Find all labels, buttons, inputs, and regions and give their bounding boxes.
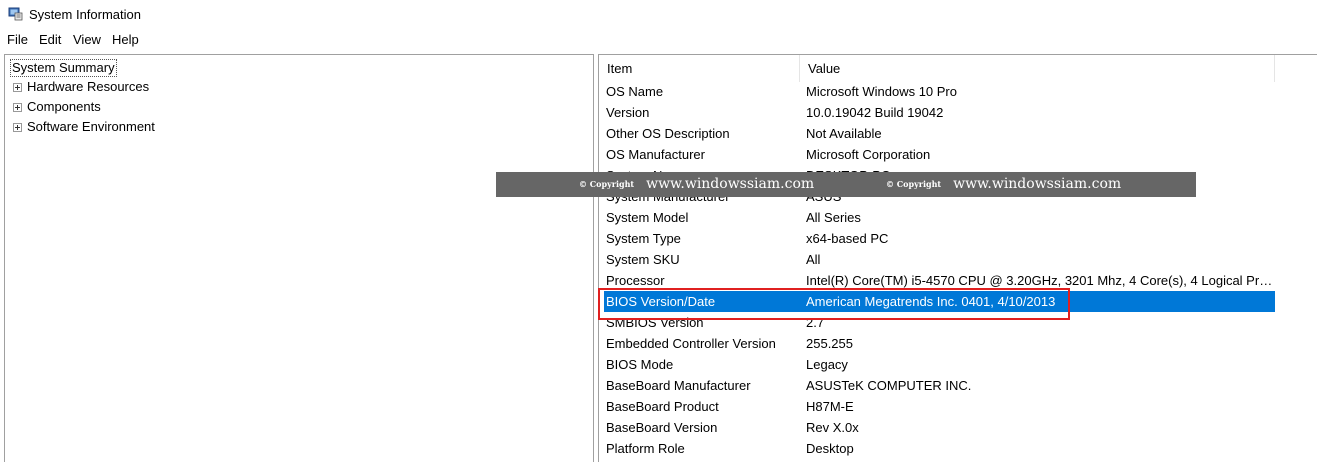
table-row[interactable]: BIOS Mode Legacy bbox=[604, 354, 1275, 375]
tree-item-label: Hardware Resources bbox=[27, 79, 150, 94]
row-item: System SKU bbox=[606, 252, 680, 267]
row-value: All Series bbox=[806, 210, 861, 225]
watermark-segment: © Copyright www.windowssiam.com bbox=[579, 176, 814, 192]
menu-edit[interactable]: Edit bbox=[39, 32, 61, 47]
details-list: Item Value OS Name Microsoft Windows 10 P… bbox=[598, 54, 1317, 462]
window-title: System Information bbox=[29, 7, 141, 22]
expand-icon[interactable] bbox=[13, 102, 22, 112]
row-item: Platform Role bbox=[606, 441, 685, 456]
row-item: Processor bbox=[606, 273, 665, 288]
row-item: BaseBoard Product bbox=[606, 399, 719, 414]
row-value: ASUSTeK COMPUTER INC. bbox=[806, 378, 972, 393]
watermark-url: www.windowssiam.com bbox=[646, 176, 815, 192]
row-item: System Type bbox=[606, 231, 681, 246]
row-item: BIOS Version/Date bbox=[606, 294, 716, 309]
watermark-segment: © Copyright www.windowssiam.com bbox=[886, 176, 1121, 192]
watermark-copyright: © Copyright bbox=[886, 179, 942, 189]
table-row[interactable]: Processor Intel(R) Core(TM) i5-4570 CPU @… bbox=[604, 270, 1275, 291]
row-item: Version bbox=[606, 105, 650, 120]
table-row[interactable]: SMBIOS Version 2.7 bbox=[604, 312, 1275, 333]
row-item: System Model bbox=[606, 210, 689, 225]
row-value: American Megatrends Inc. 0401, 4/10/2013 bbox=[806, 294, 1056, 309]
row-value: Microsoft Windows 10 Pro bbox=[806, 84, 957, 99]
table-row[interactable]: System SKU All bbox=[604, 249, 1275, 270]
row-item: BIOS Mode bbox=[606, 357, 674, 372]
row-value: Not Available bbox=[806, 126, 882, 141]
row-value: Desktop bbox=[806, 441, 854, 456]
column-header-item[interactable]: Item bbox=[599, 55, 800, 82]
table-row[interactable]: BaseBoard Manufacturer ASUSTeK COMPUTER I… bbox=[604, 375, 1275, 396]
row-value: 10.0.19042 Build 19042 bbox=[806, 105, 944, 120]
menu-help[interactable]: Help bbox=[112, 32, 139, 47]
row-value: 255.255 bbox=[806, 336, 853, 351]
menu-bar: File Edit View Help bbox=[0, 30, 1317, 50]
row-item: Other OS Description bbox=[606, 126, 730, 141]
row-item: Embedded Controller Version bbox=[606, 336, 776, 351]
table-row[interactable]: BaseBoard Product H87M-E bbox=[604, 396, 1275, 417]
copyright-watermark: © Copyright www.windowssiam.com © Copyrig… bbox=[496, 172, 1196, 197]
table-row[interactable]: Platform Role Desktop bbox=[604, 438, 1275, 459]
row-value: 2.7 bbox=[806, 315, 825, 330]
column-header-value[interactable]: Value bbox=[800, 55, 1275, 82]
row-item: BaseBoard Manufacturer bbox=[606, 378, 751, 393]
table-row-selected[interactable]: BIOS Version/Date American Megatrends Inc… bbox=[604, 291, 1275, 312]
row-item: OS Manufacturer bbox=[606, 147, 705, 162]
table-row[interactable]: OS Manufacturer Microsoft Corporation bbox=[604, 144, 1275, 165]
row-value: x64-based PC bbox=[806, 231, 889, 246]
tree-item-label: Software Environment bbox=[27, 119, 155, 134]
tree-item-label: Components bbox=[27, 99, 101, 114]
tree-item-hardware-resources[interactable]: Hardware Resources bbox=[13, 78, 149, 96]
menu-file[interactable]: File bbox=[7, 32, 28, 47]
title-bar: System Information bbox=[0, 0, 1317, 28]
watermark-copyright: © Copyright bbox=[579, 179, 635, 189]
watermark-url: www.windowssiam.com bbox=[953, 176, 1122, 192]
row-value: Rev X.0x bbox=[806, 420, 859, 435]
table-row[interactable]: OS Name Microsoft Windows 10 Pro bbox=[604, 81, 1275, 102]
row-value: All bbox=[806, 252, 821, 267]
table-row[interactable]: System Type x64-based PC bbox=[604, 228, 1275, 249]
row-value: Intel(R) Core(TM) i5-4570 CPU @ 3.20GHz,… bbox=[806, 273, 1274, 288]
tree-item-components[interactable]: Components bbox=[13, 98, 101, 116]
table-row[interactable]: Embedded Controller Version 255.255 bbox=[604, 333, 1275, 354]
table-row[interactable]: BaseBoard Version Rev X.0x bbox=[604, 417, 1275, 438]
system-information-icon bbox=[8, 7, 23, 21]
row-value: Microsoft Corporation bbox=[806, 147, 931, 162]
table-row[interactable]: Other OS Description Not Available bbox=[604, 123, 1275, 144]
table-row[interactable]: System Model All Series bbox=[604, 207, 1275, 228]
row-item: OS Name bbox=[606, 84, 664, 99]
category-tree: System Summary Hardware Resources Compon… bbox=[4, 54, 594, 462]
row-item: BaseBoard Version bbox=[606, 420, 718, 435]
row-value: H87M-E bbox=[806, 399, 854, 414]
row-item: SMBIOS Version bbox=[606, 315, 704, 330]
menu-view[interactable]: View bbox=[73, 32, 101, 47]
tree-item-system-summary[interactable]: System Summary bbox=[10, 59, 117, 77]
expand-icon[interactable] bbox=[13, 82, 22, 92]
row-value: Legacy bbox=[806, 357, 848, 372]
table-row[interactable]: Version 10.0.19042 Build 19042 bbox=[604, 102, 1275, 123]
tree-item-software-environment[interactable]: Software Environment bbox=[13, 118, 155, 136]
expand-icon[interactable] bbox=[13, 122, 22, 132]
